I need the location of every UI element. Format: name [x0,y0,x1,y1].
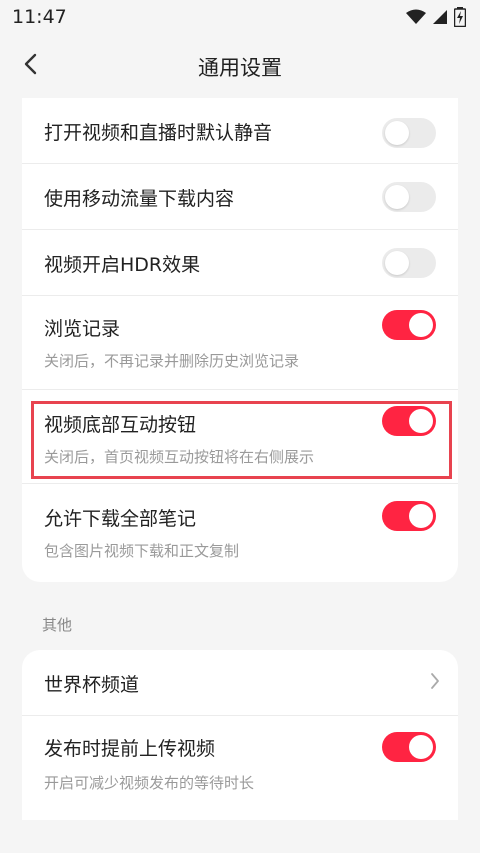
toggle-knob [409,504,433,528]
download-all-notes-toggle[interactable] [382,501,436,531]
setting-row-bottom-interaction-buttons: 视频底部互动按钮 关闭后，首页视频互动按钮将在右侧展示 [22,390,458,484]
signal-icon [432,9,448,25]
setting-title: 发布时提前上传视频 [44,738,216,760]
wifi-icon [406,9,426,25]
setting-subtitle: 开启可减少视频发布的等待时长 [44,774,255,792]
toggle-knob [409,735,433,759]
setting-title: 使用移动流量下载内容 [44,188,235,210]
setting-subtitle: 关闭后，首页视频互动按钮将在右侧展示 [44,448,315,466]
setting-row-mobile-data-download: 使用移动流量下载内容 [22,164,458,230]
toggle-knob [385,121,409,145]
setting-row-mute-default: 打开视频和直播时默认静音 [22,98,458,164]
setting-title: 浏览记录 [44,318,121,340]
page-title: 通用设置 [198,56,282,80]
browse-history-toggle[interactable] [382,310,436,340]
toggle-knob [409,409,433,433]
status-bar: 11:47 [0,0,480,34]
setting-subtitle: 关闭后，不再记录并删除历史浏览记录 [44,352,300,370]
battery-charging-icon [454,7,466,27]
mobile-data-download-toggle[interactable] [382,182,436,212]
setting-title: 允许下载全部笔记 [44,508,197,530]
setting-title: 打开视频和直播时默认静音 [44,122,273,144]
settings-card: 打开视频和直播时默认静音 使用移动流量下载内容 视频开启HDR效果 浏览记录 关… [22,98,458,582]
toggle-knob [385,251,409,275]
setting-title: 视频开启HDR效果 [44,254,201,276]
pre-upload-video-toggle[interactable] [382,732,436,762]
hdr-toggle[interactable] [382,248,436,278]
nav-bar: 通用设置 [0,34,480,98]
setting-row-download-all-notes: 允许下载全部笔记 包含图片视频下载和正文复制 [22,484,458,582]
setting-row-browse-history: 浏览记录 关闭后，不再记录并删除历史浏览记录 [22,296,458,390]
setting-row-pre-upload-video: 发布时提前上传视频 开启可减少视频发布的等待时长 [22,716,458,820]
toggle-knob [385,185,409,209]
status-time: 11:47 [12,6,67,28]
world-cup-channel-row[interactable]: 世界杯频道 [22,650,458,716]
status-icons [406,6,466,28]
setting-subtitle: 包含图片视频下载和正文复制 [44,542,240,560]
mute-default-toggle[interactable] [382,118,436,148]
chevron-right-icon [430,672,440,694]
setting-row-hdr: 视频开启HDR效果 [22,230,458,296]
toggle-knob [409,313,433,337]
bottom-interaction-buttons-toggle[interactable] [382,406,436,436]
setting-title: 世界杯频道 [44,674,140,696]
setting-title: 视频底部互动按钮 [44,414,197,436]
other-card: 世界杯频道 发布时提前上传视频 开启可减少视频发布的等待时长 [22,650,458,820]
section-label-other: 其他 [42,616,73,634]
